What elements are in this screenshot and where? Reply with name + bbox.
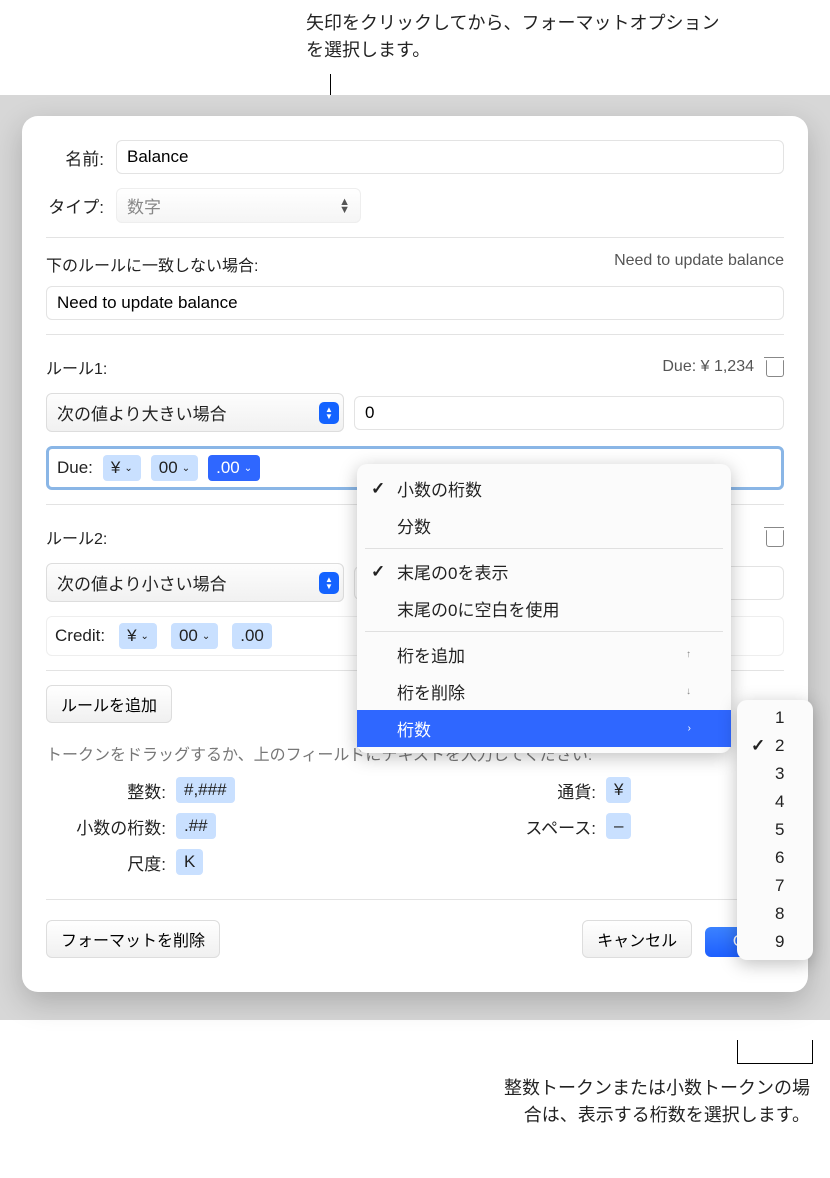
menu-item-show-trailing[interactable]: 末尾の0を表示: [357, 553, 731, 590]
digits-submenu: 1 2 3 4 5 6 7 8 9: [737, 700, 813, 960]
rule1-condition-value: 次の値より大きい場合: [57, 400, 227, 425]
chevron-updown-icon: ▲▼: [319, 572, 339, 594]
trash-icon[interactable]: [764, 526, 784, 548]
trash-icon[interactable]: [764, 356, 784, 378]
digits-option[interactable]: 2: [737, 732, 813, 760]
chevron-down-icon: ⌄: [124, 463, 132, 474]
menu-item-add-digit[interactable]: 桁を追加↑: [357, 636, 731, 673]
decimal-token[interactable]: .00: [232, 623, 272, 649]
no-match-preview: Need to update balance: [614, 252, 784, 270]
currency-token-label: 通貨:: [506, 778, 596, 803]
rule2-format-prefix: Credit:: [55, 626, 105, 646]
chevron-updown-icon: ▲▼: [339, 198, 350, 214]
rule2-label: ルール2:: [46, 525, 107, 549]
chevron-down-icon: ⌄: [182, 463, 190, 474]
name-label: 名前:: [46, 145, 116, 170]
chevron-down-icon: ⌄: [202, 631, 210, 642]
rule2-condition-select[interactable]: 次の値より小さい場合 ▲▼: [46, 563, 344, 602]
delete-format-button[interactable]: フォーマットを削除: [46, 920, 220, 958]
digits-option[interactable]: 1: [737, 704, 813, 732]
rule1-value-input[interactable]: [354, 396, 784, 430]
type-select-value: 数字: [127, 193, 161, 218]
currency-token[interactable]: ¥⌄: [103, 455, 141, 481]
callout-bracket-bottom: [737, 1040, 813, 1064]
cancel-button[interactable]: キャンセル: [582, 920, 692, 958]
type-select[interactable]: 数字 ▲▼: [116, 188, 361, 223]
rule1-condition-select[interactable]: 次の値より大きい場合 ▲▼: [46, 393, 344, 432]
chevron-updown-icon: ▲▼: [319, 402, 339, 424]
chevron-down-icon: ⌄: [141, 631, 149, 642]
scale-token-label: 尺度:: [46, 850, 166, 875]
name-input[interactable]: [116, 140, 784, 174]
no-match-field[interactable]: [46, 286, 784, 320]
integer-token-label: 整数:: [46, 778, 166, 803]
digits-option[interactable]: 9: [737, 928, 813, 956]
decimal-palette-token[interactable]: .##: [176, 813, 216, 839]
space-token-label: スペース:: [506, 814, 596, 839]
integer-token[interactable]: 00⌄: [171, 623, 218, 649]
menu-item-digits[interactable]: 桁数›: [357, 710, 731, 747]
integer-token[interactable]: 00⌄: [151, 455, 198, 481]
type-label: タイプ:: [46, 193, 116, 218]
digits-option[interactable]: 7: [737, 872, 813, 900]
rule1-format-prefix: Due:: [57, 458, 93, 478]
callout-top: 矢印をクリックしてから、フォーマットオプションを選択します。: [306, 10, 726, 64]
no-match-label: 下のルールに一致しない場合:: [46, 258, 258, 275]
chevron-down-icon: ⌄: [244, 463, 252, 474]
add-rule-button[interactable]: ルールを追加: [46, 685, 172, 723]
digits-option[interactable]: 5: [737, 816, 813, 844]
currency-palette-token[interactable]: ¥: [606, 777, 631, 803]
currency-token[interactable]: ¥⌄: [119, 623, 157, 649]
decimal-token-menu: 小数の桁数 分数 末尾の0を表示 末尾の0に空白を使用 桁を追加↑ 桁を削除↓ …: [357, 464, 731, 753]
digits-option[interactable]: 8: [737, 900, 813, 928]
callout-bottom: 整数トークンまたは小数トークンの場合は、表示する桁数を選択します。: [500, 1075, 810, 1129]
arrow-up-icon: ↑: [686, 649, 691, 660]
menu-item-remove-digit[interactable]: 桁を削除↓: [357, 673, 731, 710]
menu-item-fraction[interactable]: 分数: [357, 507, 731, 544]
decimal-token-label: 小数の桁数:: [46, 814, 166, 839]
digits-option[interactable]: 4: [737, 788, 813, 816]
menu-item-blank-trailing[interactable]: 末尾の0に空白を使用: [357, 590, 731, 627]
arrow-down-icon: ↓: [686, 686, 691, 697]
digits-option[interactable]: 3: [737, 760, 813, 788]
rule1-label: ルール1:: [46, 355, 107, 379]
chevron-right-icon: ›: [688, 723, 691, 734]
decimal-token[interactable]: .00⌄: [208, 455, 260, 481]
rule2-condition-value: 次の値より小さい場合: [57, 570, 227, 595]
scale-palette-token[interactable]: K: [176, 849, 203, 875]
integer-palette-token[interactable]: #,###: [176, 777, 235, 803]
space-palette-token[interactable]: –: [606, 813, 631, 839]
digits-option[interactable]: 6: [737, 844, 813, 872]
menu-item-decimal-digits[interactable]: 小数の桁数: [357, 470, 731, 507]
rule1-preview: Due: ¥ 1,234: [662, 358, 754, 376]
